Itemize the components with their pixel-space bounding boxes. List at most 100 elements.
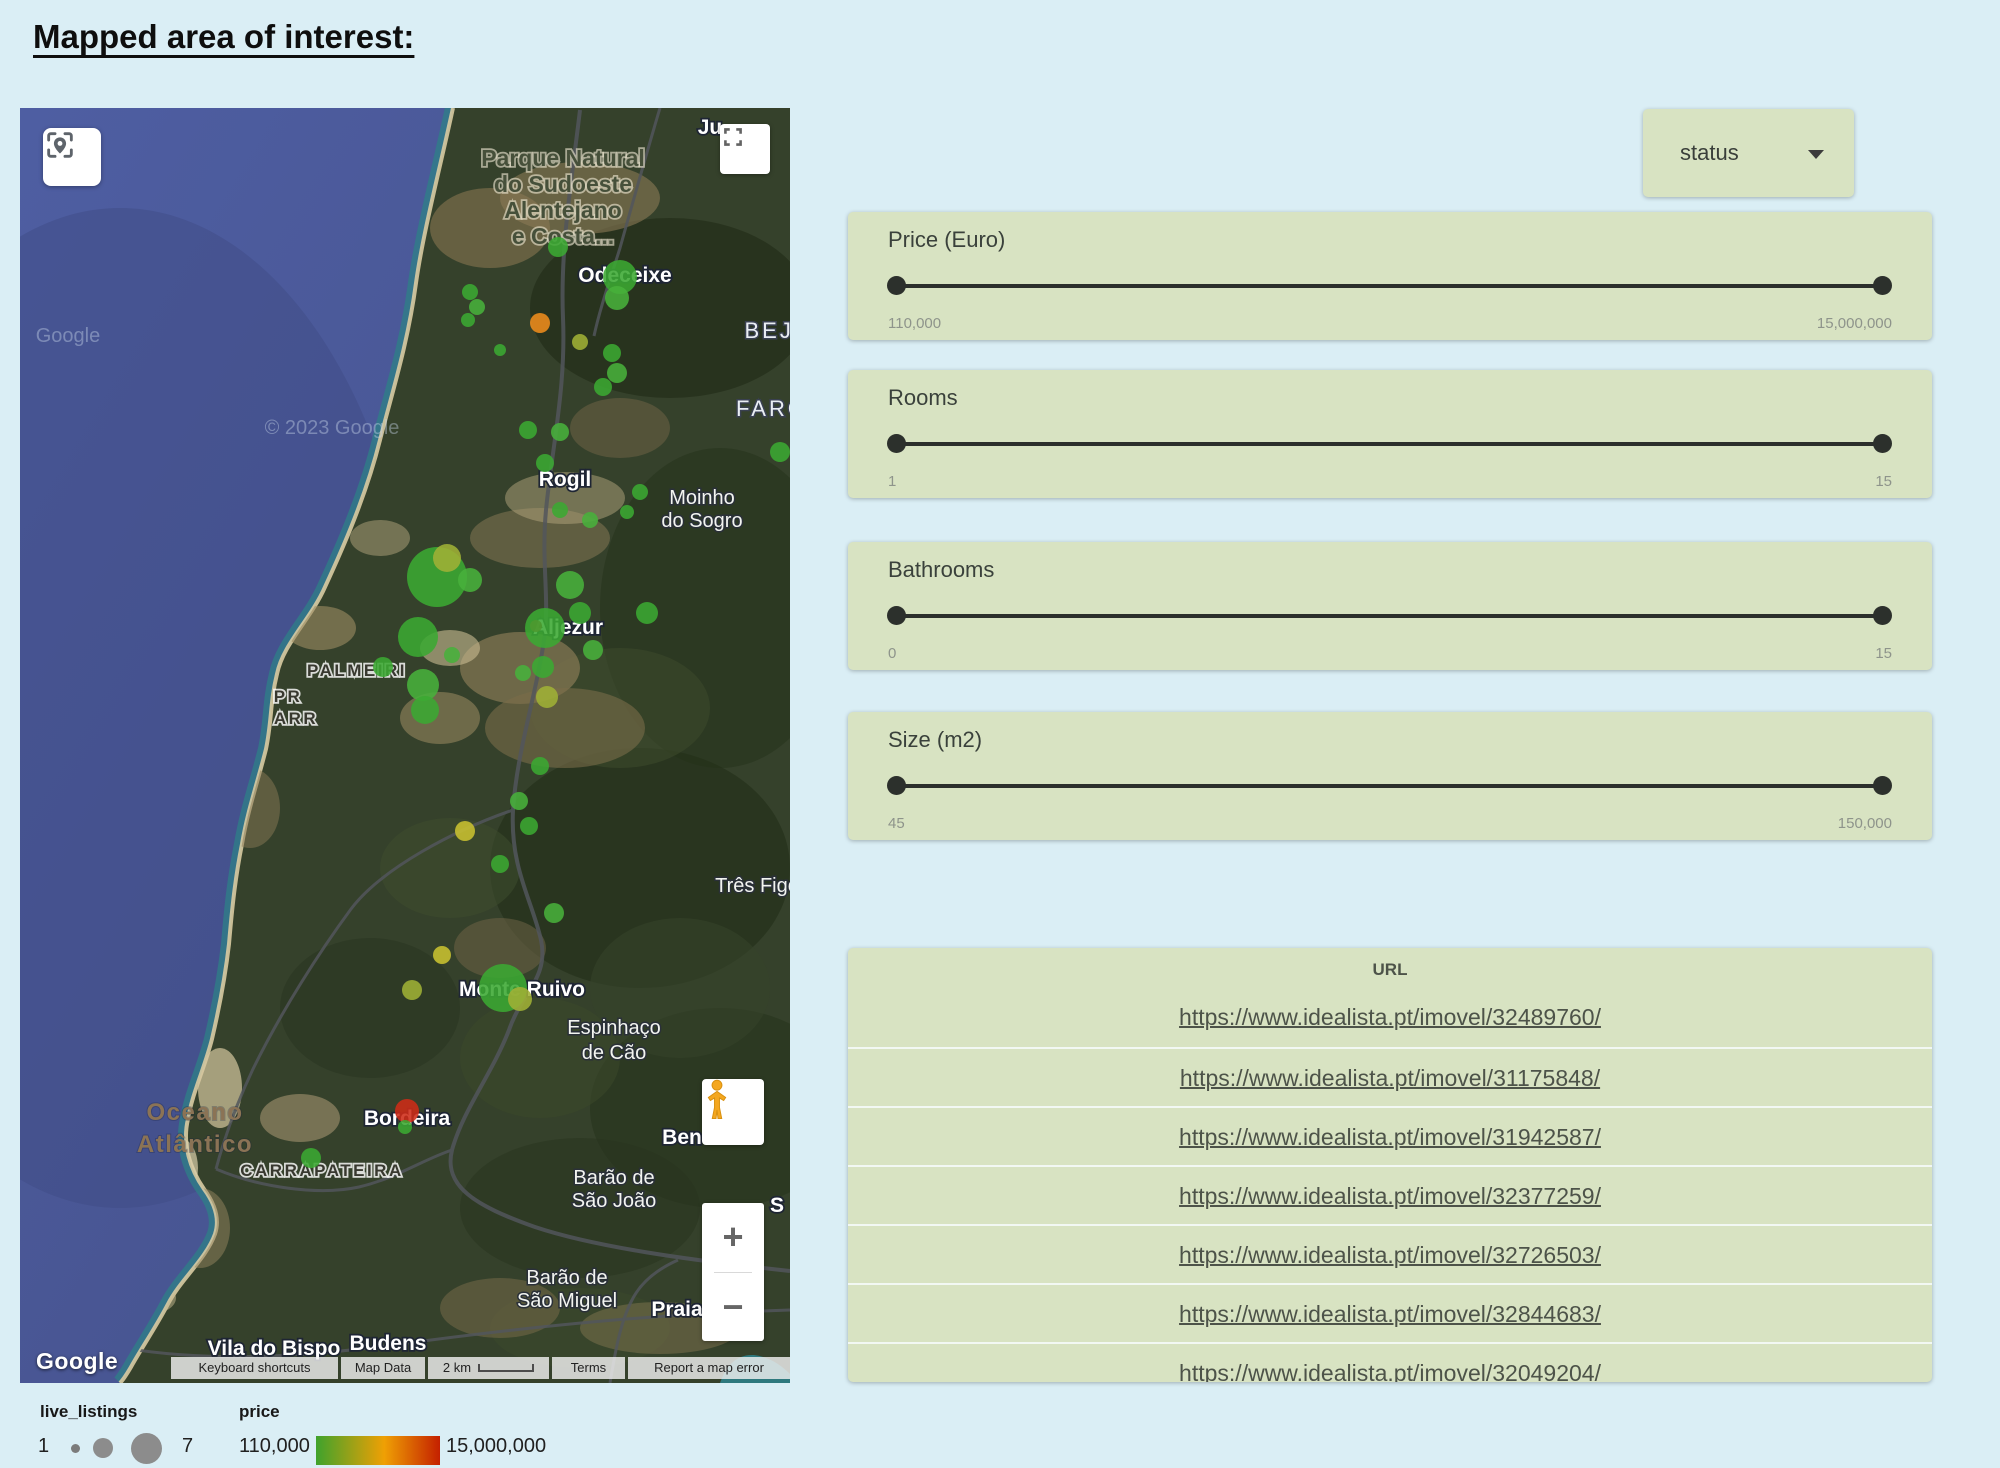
listing-marker[interactable] [508, 987, 532, 1011]
map-label: © 2023 Google [265, 417, 400, 439]
select-area-button[interactable] [43, 128, 101, 186]
listing-marker[interactable] [603, 344, 621, 362]
rooms-slider-max-handle[interactable] [1873, 434, 1892, 453]
listing-marker[interactable] [548, 237, 568, 257]
map-label: Moinho [669, 487, 735, 509]
listing-marker[interactable] [461, 313, 475, 327]
price-slider-max-handle[interactable] [1873, 276, 1892, 295]
map-label: Alentejano [504, 197, 622, 223]
listing-marker[interactable] [583, 640, 603, 660]
listing-marker[interactable] [532, 656, 554, 678]
listing-marker[interactable] [402, 980, 422, 1000]
map-scale-text: 2 km [443, 1360, 471, 1375]
legend-size-min: 1 [38, 1435, 49, 1458]
listing-marker[interactable] [536, 686, 558, 708]
keyboard-shortcuts-link[interactable]: Keyboard shortcuts [171, 1357, 338, 1379]
listing-marker[interactable] [636, 602, 658, 624]
listing-marker[interactable] [620, 505, 634, 519]
price-slider-min-handle[interactable] [887, 276, 906, 295]
listing-marker[interactable] [770, 442, 790, 462]
listing-marker[interactable] [552, 502, 568, 518]
listing-marker[interactable] [373, 657, 393, 677]
listing-marker[interactable] [469, 299, 485, 315]
listing-url-link[interactable]: https://www.idealista.pt/imovel/31942587… [1179, 1124, 1601, 1150]
bathrooms-slider-label: Bathrooms [888, 557, 994, 583]
listing-url-link[interactable]: https://www.idealista.pt/imovel/32726503… [1179, 1242, 1601, 1268]
size-slider-track[interactable] [896, 784, 1883, 788]
zoom-out-button[interactable]: − [702, 1273, 764, 1342]
map-label: Atlântico [137, 1131, 253, 1158]
rooms-max-value: 15 [1875, 473, 1892, 490]
listing-url-link[interactable]: https://www.idealista.pt/imovel/32844683… [1179, 1301, 1601, 1327]
listing-marker[interactable] [632, 484, 648, 500]
listing-url-link[interactable]: https://www.idealista.pt/imovel/32049204… [1179, 1360, 1601, 1382]
map-label: Ju [698, 116, 723, 139]
rooms-slider-card: Rooms 1 15 [848, 370, 1932, 498]
table-row: https://www.idealista.pt/imovel/32049204… [848, 1342, 1932, 1382]
status-dropdown[interactable]: status [1643, 109, 1854, 197]
zoom-control: + − [702, 1203, 764, 1341]
listing-marker[interactable] [301, 1148, 321, 1168]
bathrooms-slider-min-handle[interactable] [887, 606, 906, 625]
price-slider-label: Price (Euro) [888, 227, 1005, 253]
rooms-slider-min-handle[interactable] [887, 434, 906, 453]
listing-marker[interactable] [491, 855, 509, 873]
listing-marker[interactable] [536, 454, 554, 472]
listing-marker[interactable] [444, 647, 460, 663]
map-label: CARRAPATEIRA [240, 1161, 403, 1180]
listing-marker[interactable] [455, 821, 475, 841]
listing-marker[interactable] [515, 665, 531, 681]
map-label: São João [572, 1190, 657, 1212]
rooms-slider-label: Rooms [888, 385, 958, 411]
listing-marker[interactable] [544, 903, 564, 923]
terms-link[interactable]: Terms [552, 1357, 625, 1379]
fullscreen-button[interactable] [720, 124, 770, 174]
listing-marker[interactable] [433, 946, 451, 964]
listing-url-link[interactable]: https://www.idealista.pt/imovel/32377259… [1179, 1183, 1601, 1209]
map-label: do Sudoeste [494, 171, 632, 197]
price-slider-track[interactable] [896, 284, 1883, 288]
map-label: ARR [274, 709, 318, 728]
rooms-min-value: 1 [888, 473, 896, 490]
listing-marker[interactable] [525, 608, 565, 648]
size-slider-min-handle[interactable] [887, 776, 906, 795]
listing-marker[interactable] [582, 512, 598, 528]
listing-marker[interactable] [433, 544, 461, 572]
map-label: do Sogro [661, 510, 742, 532]
listing-marker[interactable] [569, 602, 591, 624]
pegman-button[interactable] [702, 1079, 764, 1145]
listing-marker[interactable] [531, 757, 549, 775]
map-data-link[interactable]: Map Data [341, 1357, 425, 1379]
price-slider-card: Price (Euro) 110,000 15,000,000 [848, 212, 1932, 340]
listing-marker[interactable] [594, 378, 612, 396]
listing-marker[interactable] [462, 284, 478, 300]
report-map-error-link[interactable]: Report a map error [628, 1357, 790, 1379]
listing-marker[interactable] [551, 423, 569, 441]
legend-color-max: 15,000,000 [446, 1435, 546, 1458]
listing-url-link[interactable]: https://www.idealista.pt/imovel/31175848… [1180, 1065, 1600, 1091]
listing-marker[interactable] [395, 1099, 419, 1123]
map-label: Três Figo [715, 875, 790, 897]
zoom-in-button[interactable]: + [702, 1203, 764, 1272]
bathrooms-slider-max-handle[interactable] [1873, 606, 1892, 625]
listing-marker[interactable] [398, 1120, 412, 1134]
listing-url-link[interactable]: https://www.idealista.pt/imovel/32489760… [1179, 1004, 1601, 1030]
legend-dot-medium [93, 1438, 113, 1458]
listing-marker[interactable] [556, 571, 584, 599]
listing-marker[interactable] [519, 421, 537, 439]
listing-marker[interactable] [572, 334, 588, 350]
bathrooms-slider-track[interactable] [896, 614, 1883, 618]
listing-marker[interactable] [607, 363, 627, 383]
legend-size-title: live_listings [40, 1402, 137, 1422]
listing-marker[interactable] [398, 617, 438, 657]
listing-marker[interactable] [411, 696, 439, 724]
map-canvas[interactable]: JuParque Naturaldo SudoesteAlentejanoe C… [20, 108, 790, 1383]
listing-marker[interactable] [605, 286, 629, 310]
listing-marker[interactable] [510, 792, 528, 810]
listing-marker[interactable] [520, 817, 538, 835]
listing-marker[interactable] [494, 344, 506, 356]
size-slider-max-handle[interactable] [1873, 776, 1892, 795]
listing-marker[interactable] [530, 313, 550, 333]
rooms-slider-track[interactable] [896, 442, 1883, 446]
listing-marker[interactable] [458, 568, 482, 592]
